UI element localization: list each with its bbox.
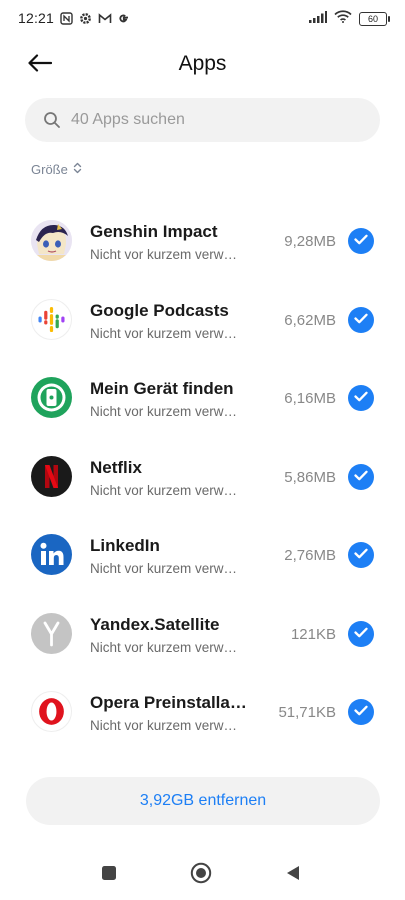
find-my-device-icon <box>31 377 72 418</box>
app-name: Mein Gerät finden <box>90 379 234 398</box>
signal-icon <box>309 10 327 28</box>
home-circle-icon <box>190 862 212 889</box>
status-right: 60 <box>309 10 390 28</box>
battery-icon: 60 <box>359 12 390 26</box>
checkmark-icon <box>354 232 368 250</box>
app-list: Genshin Impact Nicht vor kurzem verwende… <box>0 200 405 750</box>
checkmark-icon <box>354 389 368 407</box>
app-usage: Nicht vor kurzem verwendet <box>90 561 242 576</box>
checkmark-icon <box>354 468 368 486</box>
checkmark-icon <box>354 703 368 721</box>
app-checkbox[interactable] <box>348 699 374 725</box>
list-item[interactable]: Yandex.Satellite Nicht vor kurzem verwen… <box>0 593 405 672</box>
gmail-icon <box>98 12 112 25</box>
recents-button[interactable] <box>96 862 122 888</box>
checkmark-icon <box>354 546 368 564</box>
search-bar[interactable] <box>25 98 380 142</box>
gear-icon <box>79 12 92 25</box>
app-size: 5,86MB <box>284 468 336 486</box>
opera-icon <box>31 691 72 732</box>
genshin-impact-icon <box>31 220 72 261</box>
list-item[interactable]: Mein Gerät finden Nicht vor kurzem verwe… <box>0 357 405 436</box>
app-checkbox[interactable] <box>348 306 374 333</box>
app-usage: Nicht vor kurzem verwendet <box>90 247 242 262</box>
back-triangle-icon <box>285 864 301 887</box>
app-size: 6,16MB <box>284 390 336 407</box>
page-title: Apps <box>178 52 227 75</box>
app-name: Genshin Impact <box>90 222 218 241</box>
netflix-icon <box>31 455 72 497</box>
sort-chevrons-icon <box>73 162 82 177</box>
app-name: Google Podcasts <box>90 300 229 320</box>
app-checkbox[interactable] <box>348 463 374 490</box>
linkedin-icon <box>31 534 72 575</box>
app-checkbox[interactable] <box>348 620 374 647</box>
yandex-satellite-icon <box>31 612 72 654</box>
home-button[interactable] <box>188 862 214 888</box>
app-usage: Nicht vor kurzem verwendet <box>90 404 242 419</box>
app-name: Opera Preinstallation <box>90 693 250 712</box>
search-icon <box>43 111 61 129</box>
status-bar: 12:21 60 <box>0 0 405 36</box>
app-size: 121KB <box>290 625 336 643</box>
app-usage: Nicht vor kurzem verwendet <box>90 639 242 655</box>
status-time: 12:21 <box>18 10 55 26</box>
app-size: 6,62MB <box>284 311 336 329</box>
app-usage: Nicht vor kurzem verwendet <box>90 325 242 341</box>
navigation-bar <box>0 850 405 900</box>
checkmark-icon <box>354 625 368 643</box>
nav-back-button[interactable] <box>280 862 306 888</box>
app-name: LinkedIn <box>90 536 160 555</box>
wifi-icon <box>334 10 352 28</box>
app-checkbox[interactable] <box>348 385 374 411</box>
list-item[interactable]: Google Podcasts Nicht vor kurzem verwend… <box>0 279 405 358</box>
nfc-icon <box>60 11 73 25</box>
list-item[interactable]: Netflix Nicht vor kurzem verwendet 5,86M… <box>0 436 405 515</box>
search-input[interactable] <box>71 111 351 129</box>
app-header: Apps <box>0 42 405 88</box>
google-icon <box>117 12 130 25</box>
list-item[interactable]: LinkedIn Nicht vor kurzem verwendet 2,76… <box>0 514 405 593</box>
app-usage: Nicht vor kurzem verwendet <box>90 482 242 498</box>
google-podcasts-icon <box>31 298 72 340</box>
app-usage: Nicht vor kurzem verwendet <box>90 718 242 733</box>
app-checkbox[interactable] <box>348 228 374 254</box>
app-size: 51,71KB <box>278 704 336 721</box>
list-item[interactable]: Opera Preinstallation Nicht vor kurzem v… <box>0 671 405 750</box>
checkmark-icon <box>354 311 368 329</box>
status-left: 12:21 <box>18 10 130 26</box>
recents-square-icon <box>101 865 117 886</box>
app-name: Yandex.Satellite <box>90 614 220 634</box>
sort-selector[interactable]: Größe <box>31 162 82 177</box>
app-name: Netflix <box>90 457 142 477</box>
app-size: 2,76MB <box>284 547 336 564</box>
app-size: 9,28MB <box>284 233 336 250</box>
list-item[interactable]: Genshin Impact Nicht vor kurzem verwende… <box>0 200 405 279</box>
app-checkbox[interactable] <box>348 542 374 568</box>
remove-button[interactable]: 3,92GB entfernen <box>26 777 380 825</box>
sort-label: Größe <box>31 162 68 177</box>
